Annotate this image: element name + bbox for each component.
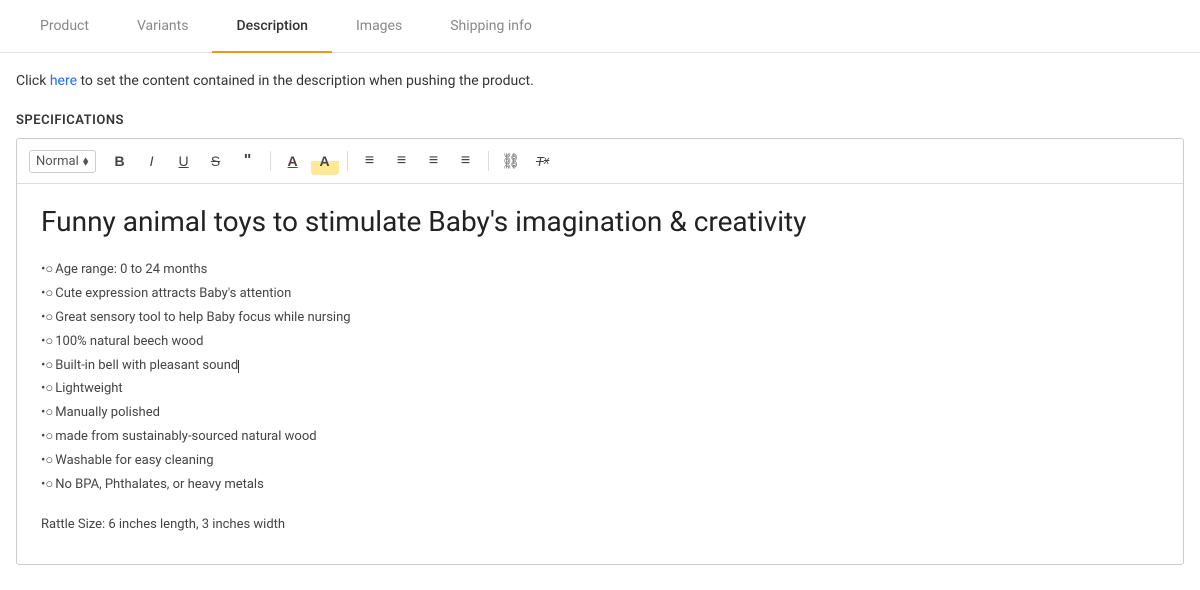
info-suffix: to set the content contained in the desc… — [77, 73, 534, 89]
editor-container: Normal ⬧ B I U S " A A ≡ ≡ ≡ ≡ ⛓ Tx Funn… — [16, 138, 1184, 565]
toolbar-divider-3 — [488, 151, 489, 171]
indent-less-button[interactable]: ≡ — [420, 147, 448, 175]
list-item: 100% natural beech wood — [41, 332, 1159, 353]
section-label: SPECIFICATIONS — [16, 113, 1184, 128]
editor-body[interactable]: Funny animal toys to stimulate Baby's im… — [17, 184, 1183, 564]
page-content: Click here to set the content contained … — [0, 53, 1200, 585]
info-prefix: Click — [16, 73, 50, 89]
info-link[interactable]: here — [50, 73, 77, 89]
text-highlight-button[interactable]: A — [311, 147, 339, 175]
link-icon: ⛓ — [501, 152, 520, 170]
list-item: Lightweight — [41, 379, 1159, 400]
clear-format-button[interactable]: Tx — [529, 147, 557, 175]
italic-button[interactable]: I — [138, 147, 166, 175]
strikethrough-button[interactable]: S — [202, 147, 230, 175]
list-item: Age range: 0 to 24 months — [41, 260, 1159, 281]
tab-product[interactable]: Product — [16, 0, 113, 52]
list-ordered-button[interactable]: ≡ — [356, 147, 384, 175]
indent-more-button[interactable]: ≡ — [452, 147, 480, 175]
format-select[interactable]: Normal ⬧ — [29, 150, 96, 173]
list-item: Built-in bell with pleasant sound — [41, 356, 1159, 377]
rattle-size: Rattle Size: 6 inches length, 3 inches w… — [41, 515, 1159, 536]
toolbar-divider-1 — [270, 151, 271, 171]
text-color-button[interactable]: A — [279, 147, 307, 175]
link-button[interactable]: ⛓ — [497, 147, 525, 175]
text-cursor — [238, 360, 239, 373]
list-item: Cute expression attracts Baby's attentio… — [41, 284, 1159, 305]
list-item: Washable for easy cleaning — [41, 451, 1159, 472]
toolbar-divider-2 — [347, 151, 348, 171]
list-item: No BPA, Phthalates, or heavy metals — [41, 475, 1159, 496]
list-bullet-button[interactable]: ≡ — [388, 147, 416, 175]
list-item: Manually polished — [41, 403, 1159, 424]
bullet-list: Age range: 0 to 24 months Cute expressio… — [41, 260, 1159, 495]
editor-toolbar: Normal ⬧ B I U S " A A ≡ ≡ ≡ ≡ ⛓ Tx — [17, 139, 1183, 184]
tab-variants[interactable]: Variants — [113, 0, 213, 52]
underline-button[interactable]: U — [170, 147, 198, 175]
list-item: Great sensory tool to help Baby focus wh… — [41, 308, 1159, 329]
quote-button[interactable]: " — [234, 147, 262, 175]
tab-description[interactable]: Description — [212, 0, 332, 52]
info-text: Click here to set the content contained … — [16, 73, 1184, 89]
format-select-arrow-icon: ⬧ — [83, 154, 89, 169]
list-item: made from sustainably-sourced natural wo… — [41, 427, 1159, 448]
tab-bar: Product Variants Description Images Ship… — [0, 0, 1200, 53]
bold-button[interactable]: B — [106, 147, 134, 175]
tab-shipping-info[interactable]: Shipping info — [426, 0, 556, 52]
format-select-label: Normal — [36, 154, 79, 169]
editor-heading: Funny animal toys to stimulate Baby's im… — [41, 204, 1159, 240]
tab-images[interactable]: Images — [332, 0, 426, 52]
